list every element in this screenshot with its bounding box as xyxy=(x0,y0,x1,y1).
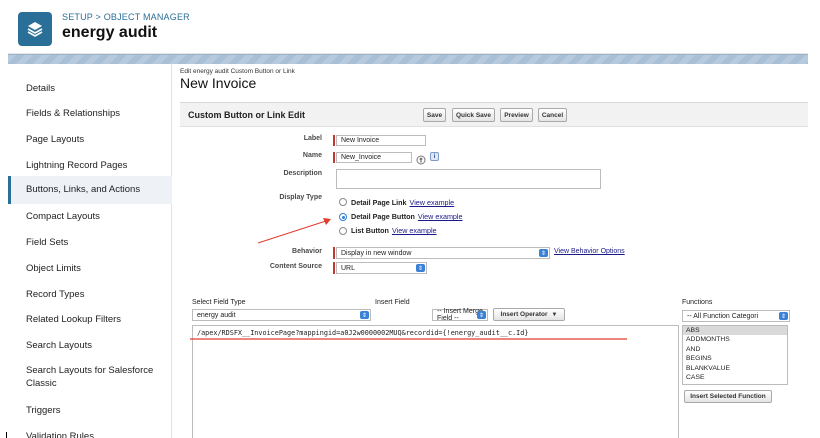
annotation-arrow xyxy=(257,219,330,244)
page: SETUP > OBJECT MANAGER energy audit Deta… xyxy=(0,0,820,438)
annotation-overlay xyxy=(190,218,627,340)
